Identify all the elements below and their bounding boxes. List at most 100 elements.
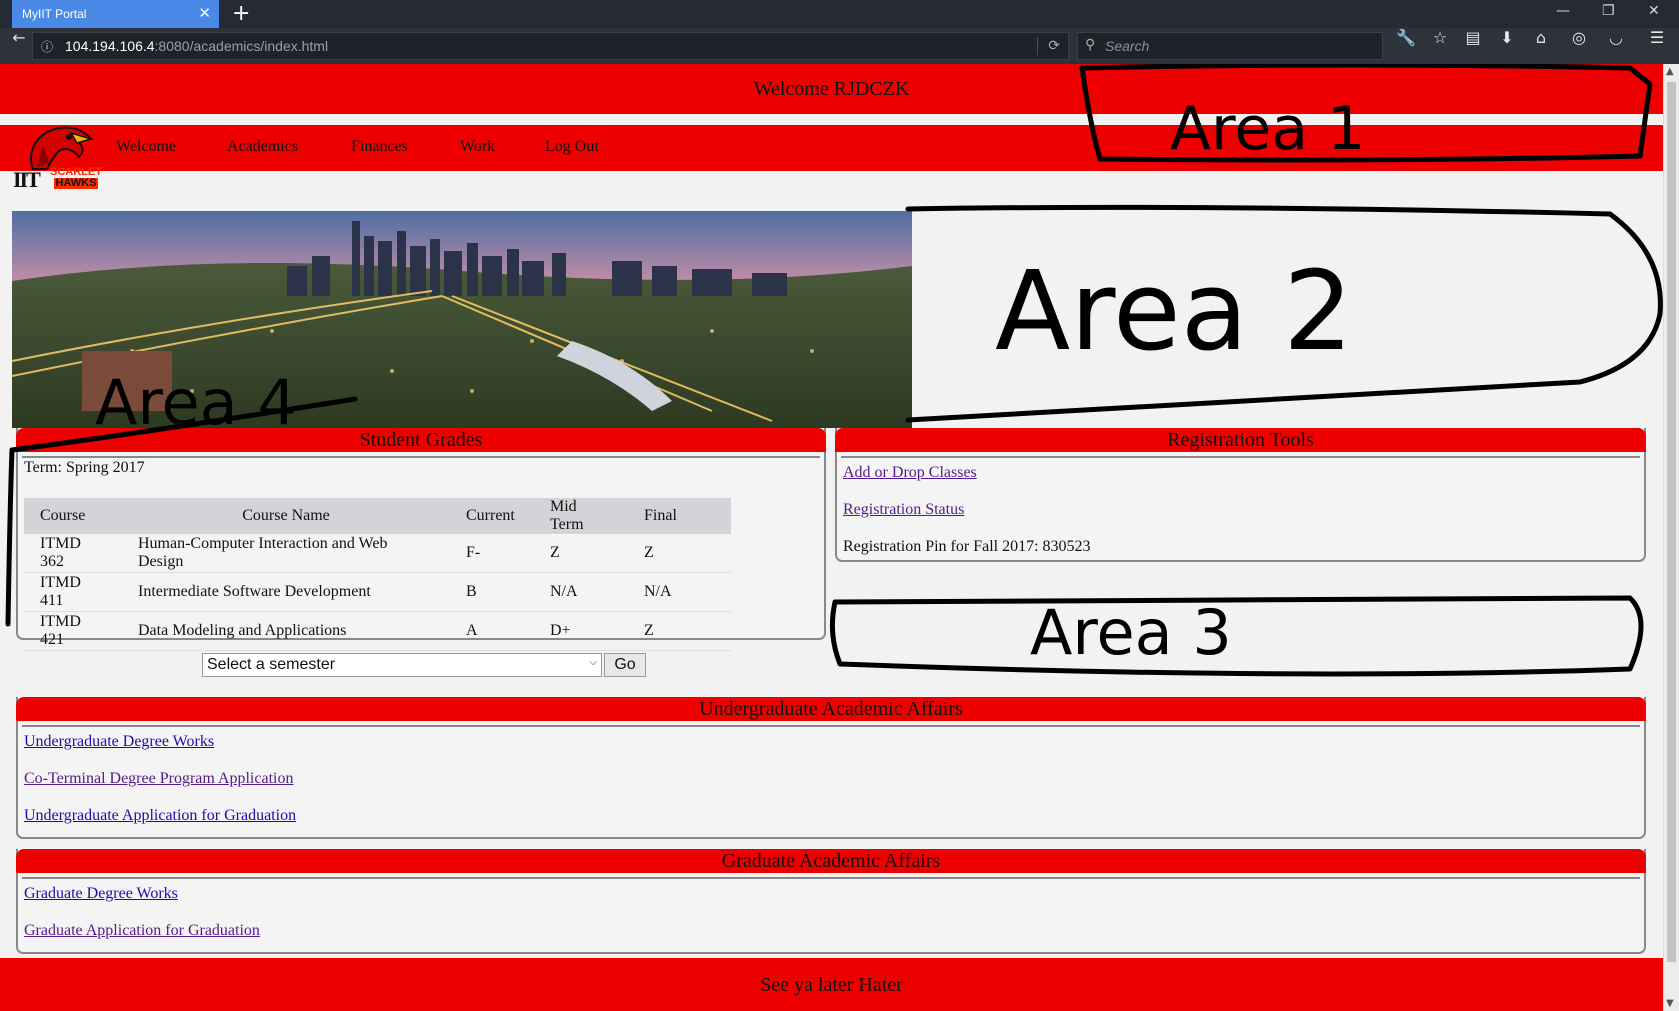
cell-course: ITMD 362 xyxy=(24,534,122,573)
nav-academics[interactable]: Academics xyxy=(227,138,298,156)
logo-word-hawks: HAWKS xyxy=(53,177,99,189)
registration-status-link[interactable]: Registration Status xyxy=(843,501,964,519)
registration-pin-text: Registration Pin for Fall 2017: 830523 xyxy=(843,538,1091,555)
page-scrollbar[interactable]: ▲ ▼ xyxy=(1663,64,1679,1011)
student-grades-panel: Student Grades Term: Spring 2017 Course … xyxy=(16,428,826,677)
search-bar[interactable]: ⚲ Search xyxy=(1077,32,1383,60)
scroll-up-icon[interactable]: ▲ xyxy=(1666,66,1674,77)
table-row: ITMD 421 Data Modeling and Applications … xyxy=(24,611,731,651)
logo-wordmark: SCARLET HAWKS xyxy=(47,167,105,189)
new-tab-button[interactable]: + xyxy=(232,1,250,26)
scarlet-hawks-logo[interactable]: IIT SCARLET HAWKS xyxy=(13,123,102,195)
registration-tools-title: Registration Tools xyxy=(835,428,1646,452)
undergrad-affairs-panel: Undergraduate Academic Affairs Undergrad… xyxy=(16,697,1646,839)
semester-form: Select a semester ⌵ Go xyxy=(202,653,646,677)
grades-header-row: Course Course Name Current Mid Term Fina… xyxy=(24,498,731,534)
logo-iit-text: IIT xyxy=(13,167,41,192)
area3-outline xyxy=(829,595,1644,677)
cell-current: B xyxy=(450,572,534,612)
cell-course-name: Intermediate Software Development xyxy=(122,572,450,612)
grad-graduation-application-link[interactable]: Graduate Application for Graduation xyxy=(24,922,260,940)
cell-mid-term: D+ xyxy=(534,611,628,651)
browser-tab[interactable]: MyIIT Portal ✕ xyxy=(12,0,219,28)
city-banner-image xyxy=(12,211,912,428)
footer-banner: See ya later Hater xyxy=(0,958,1663,1011)
tab-close-icon[interactable]: ✕ xyxy=(198,4,211,22)
tab-title: MyIIT Portal xyxy=(22,7,87,21)
welcome-banner: Welcome RJDCZK xyxy=(0,64,1663,114)
page-viewport: Welcome RJDCZK Welcome Academics Finance… xyxy=(0,64,1663,1011)
cell-course: ITMD 421 xyxy=(24,611,122,651)
registration-tools-panel: Registration Tools Add or Drop Classes R… xyxy=(835,428,1646,562)
window-close-icon[interactable]: ✕ xyxy=(1648,3,1660,19)
col-course-name: Course Name xyxy=(122,498,450,534)
nav-work[interactable]: Work xyxy=(460,138,495,156)
undergrad-graduation-application-link[interactable]: Undergraduate Application for Graduation xyxy=(24,807,296,825)
hawk-head-icon xyxy=(30,126,93,170)
registration-tools-body: Add or Drop Classes Registration Status … xyxy=(841,456,1640,558)
reading-list-icon[interactable]: ▤ xyxy=(1460,28,1486,64)
home-icon[interactable]: ⌂ xyxy=(1528,28,1554,64)
cell-current: F- xyxy=(450,534,534,573)
cell-course: ITMD 411 xyxy=(24,572,122,612)
grad-affairs-title: Graduate Academic Affairs xyxy=(16,849,1646,873)
area3-label: Area 3 xyxy=(1030,596,1232,669)
grad-degree-works-link[interactable]: Graduate Degree Works xyxy=(24,885,178,903)
scrollbar-thumb[interactable] xyxy=(1667,82,1676,962)
undergrad-degree-works-link[interactable]: Undergraduate Degree Works xyxy=(24,733,214,751)
search-icon: ⚲ xyxy=(1085,36,1096,52)
add-drop-classes-link[interactable]: Add or Drop Classes xyxy=(843,464,977,482)
go-button[interactable]: Go xyxy=(604,653,646,677)
cell-course-name: Data Modeling and Applications xyxy=(122,611,450,651)
minimize-icon[interactable]: — xyxy=(1556,3,1570,19)
cell-final: Z xyxy=(628,534,731,573)
main-nav: Welcome Academics Finances Work Log Out xyxy=(0,125,1663,171)
grad-affairs-panel: Graduate Academic Affairs Graduate Degre… xyxy=(16,849,1646,954)
wrench-icon[interactable]: 🔧 xyxy=(1393,28,1419,64)
cell-current: A xyxy=(450,611,534,651)
col-course: Course xyxy=(24,498,122,534)
pocket-icon[interactable]: ◡ xyxy=(1603,28,1629,64)
chicago-skyline-picture xyxy=(12,211,912,428)
download-icon[interactable]: ⬇ xyxy=(1494,28,1520,64)
undergrad-affairs-title: Undergraduate Academic Affairs xyxy=(16,697,1646,721)
cell-final: N/A xyxy=(628,572,731,612)
scroll-down-icon[interactable]: ▼ xyxy=(1666,998,1674,1009)
nav-log-out[interactable]: Log Out xyxy=(545,138,599,156)
url-host: 104.194.106.4 xyxy=(65,38,155,54)
back-icon[interactable]: ← xyxy=(6,28,32,64)
bookmark-star-icon[interactable]: ☆ xyxy=(1427,28,1453,64)
col-final: Final xyxy=(628,498,731,534)
nav-welcome[interactable]: Welcome xyxy=(116,138,176,156)
student-grades-body: Term: Spring 2017 Course Course Name Cur… xyxy=(22,456,820,677)
reload-icon[interactable]: ⟳ xyxy=(1048,37,1060,54)
search-placeholder: Search xyxy=(1105,38,1150,54)
cell-mid-term: N/A xyxy=(534,572,628,612)
col-current: Current xyxy=(450,498,534,534)
cell-course-name: Human-Computer Interaction and Web Desig… xyxy=(122,534,450,573)
term-label: Term: Spring 2017 xyxy=(24,459,145,476)
cell-mid-term: Z xyxy=(534,534,628,573)
semester-select[interactable]: Select a semester ⌵ xyxy=(202,653,602,677)
co-terminal-application-link[interactable]: Co-Terminal Degree Program Application xyxy=(24,770,293,788)
chevron-down-icon: ⌵ xyxy=(589,657,597,668)
area2-outline xyxy=(905,204,1663,423)
url-path: :8080/academics/index.html xyxy=(154,38,329,54)
student-grades-title: Student Grades xyxy=(16,428,826,452)
grad-affairs-body: Graduate Degree Works Graduate Applicati… xyxy=(22,877,1640,950)
info-icon[interactable]: ⓘ xyxy=(41,38,53,55)
restore-icon[interactable]: ❐ xyxy=(1602,3,1615,19)
url-bar[interactable]: ⓘ 104.194.106.4:8080/academics/index.htm… xyxy=(32,32,1069,60)
url-text: 104.194.106.4:8080/academics/index.html xyxy=(65,38,328,54)
extension-icon[interactable]: ◎ xyxy=(1566,28,1592,64)
table-row: ITMD 362 Human-Computer Interaction and … xyxy=(24,534,731,573)
area2-label: Area 2 xyxy=(995,247,1353,375)
nav-finances[interactable]: Finances xyxy=(351,138,408,156)
semester-select-value: Select a semester xyxy=(207,656,336,673)
grades-table: Course Course Name Current Mid Term Fina… xyxy=(24,498,731,651)
col-mid-term: Mid Term xyxy=(534,498,628,534)
browser-navbar: ← ⓘ 104.194.106.4:8080/academics/index.h… xyxy=(0,28,1679,64)
browser-titlebar: MyIIT Portal ✕ + — ❐ ✕ xyxy=(0,0,1679,28)
url-divider xyxy=(1037,37,1038,55)
hamburger-menu-icon[interactable]: ☰ xyxy=(1644,28,1670,64)
